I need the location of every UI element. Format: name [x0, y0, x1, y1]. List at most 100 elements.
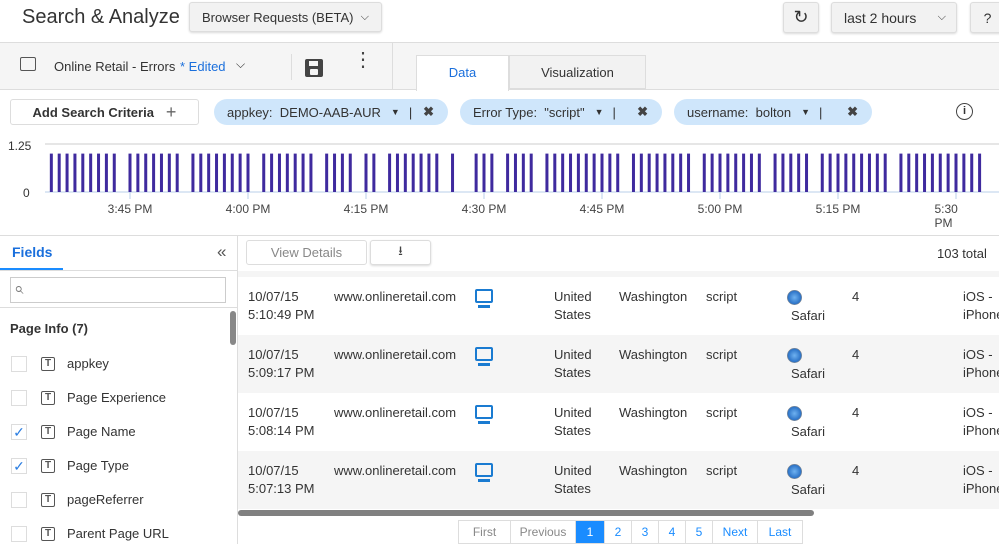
chart-bar[interactable] [639, 153, 643, 192]
chart-bar[interactable] [671, 153, 675, 192]
chart-bar[interactable] [576, 153, 580, 192]
table-row[interactable]: 10/07/15 5:09:17 PM www.onlineretail.com … [238, 335, 999, 393]
chart-bar[interactable] [262, 153, 266, 192]
field-label[interactable]: Parent Page URL [67, 526, 169, 541]
field-label[interactable]: appkey [67, 356, 109, 371]
chart-bar[interactable] [954, 153, 958, 192]
time-range-select[interactable]: last 2 hours ⌵ [831, 2, 957, 33]
chart-bar[interactable] [797, 153, 801, 192]
remove-filter-icon[interactable]: ✖ [423, 104, 434, 120]
caret-down-icon[interactable]: ▼ [595, 107, 604, 117]
pagination-page-5[interactable]: 5 [685, 520, 712, 544]
chart-bar[interactable] [207, 153, 211, 192]
chart-bar[interactable] [883, 153, 887, 192]
chart-bar[interactable] [631, 153, 635, 192]
fields-scrollbar[interactable] [230, 311, 236, 345]
chart-bar[interactable] [529, 153, 533, 192]
chart-bar[interactable] [427, 153, 431, 192]
chart-bar[interactable] [647, 153, 651, 192]
chart-bar[interactable] [419, 153, 423, 192]
chart-bar[interactable] [923, 153, 927, 192]
chart-bar[interactable] [805, 153, 809, 192]
chart-bar[interactable] [333, 153, 337, 192]
chart-bar[interactable] [663, 153, 667, 192]
chart-bar[interactable] [506, 153, 510, 192]
chart-bar[interactable] [962, 153, 966, 192]
chart-bar[interactable] [325, 153, 329, 192]
chart-bar[interactable] [144, 153, 148, 192]
chart-bar[interactable] [175, 153, 179, 192]
chart-bar[interactable] [309, 153, 313, 192]
tab-fields[interactable]: Fields [12, 244, 52, 260]
chart-bar[interactable] [569, 153, 573, 192]
chart-bar[interactable] [215, 153, 219, 192]
table-row[interactable]: 10/07/15 5:07:13 PM www.onlineretail.com … [238, 451, 999, 509]
pagination-last[interactable]: Last [757, 520, 802, 544]
info-icon[interactable]: i [956, 103, 973, 120]
chart-bar[interactable] [340, 153, 344, 192]
save-icon[interactable] [305, 59, 323, 77]
chart-bar[interactable] [65, 153, 69, 192]
chart-bar[interactable] [718, 153, 722, 192]
chart-bar[interactable] [938, 153, 942, 192]
chart-bar[interactable] [451, 153, 455, 192]
chart-bar[interactable] [946, 153, 950, 192]
chart-bar[interactable] [364, 153, 368, 192]
chart-bar[interactable] [545, 153, 549, 192]
pagination-page-3[interactable]: 3 [631, 520, 658, 544]
caret-down-icon[interactable]: ▼ [391, 107, 400, 117]
pagination-page-4[interactable]: 4 [658, 520, 685, 544]
chart-bar[interactable] [742, 153, 746, 192]
filter-pill-username[interactable]: username: bolton ▼ | ✖ [674, 99, 872, 125]
refresh-button[interactable]: ↻ [783, 2, 819, 33]
chart-bar[interactable] [104, 153, 108, 192]
pagination-previous[interactable]: Previous [510, 520, 575, 544]
chart-bar[interactable] [372, 153, 376, 192]
field-label[interactable]: Page Experience [67, 390, 166, 405]
collapse-panel-icon[interactable]: « [217, 242, 226, 262]
chart-bar[interactable] [978, 153, 982, 192]
chart-bar[interactable] [97, 153, 101, 192]
chart-bar[interactable] [592, 153, 596, 192]
chart-bar[interactable] [277, 153, 281, 192]
chart-bar[interactable] [89, 153, 93, 192]
more-options-icon[interactable]: ⋮ [353, 50, 373, 70]
chart-bar[interactable] [230, 153, 234, 192]
chart-bar[interactable] [561, 153, 565, 192]
chart-bar[interactable] [915, 153, 919, 192]
chart-bar[interactable] [395, 153, 399, 192]
chevron-down-icon[interactable]: ⌵ [236, 57, 245, 72]
chart-bar[interactable] [553, 153, 557, 192]
chart-bar[interactable] [128, 153, 132, 192]
chart-bar[interactable] [191, 153, 195, 192]
chart-bar[interactable] [411, 153, 415, 192]
field-search-input[interactable]: ⌕ [10, 277, 226, 303]
chart-bar[interactable] [726, 153, 730, 192]
chart-bar[interactable] [388, 153, 392, 192]
field-checkbox[interactable] [11, 526, 27, 542]
horizontal-scrollbar[interactable] [238, 510, 814, 516]
chart-bar[interactable] [435, 153, 439, 192]
chart-bar[interactable] [152, 153, 156, 192]
help-button[interactable]: ? [970, 2, 999, 33]
caret-down-icon[interactable]: ▼ [801, 107, 810, 117]
chart-bar[interactable] [238, 153, 242, 192]
chart-bar[interactable] [608, 153, 612, 192]
chart-bar[interactable] [482, 153, 486, 192]
chart-bar[interactable] [73, 153, 77, 192]
chart-bar[interactable] [828, 153, 832, 192]
chart-bar[interactable] [860, 153, 864, 192]
pagination-next[interactable]: Next [712, 520, 757, 544]
chart-bar[interactable] [852, 153, 856, 192]
chart-bar[interactable] [702, 153, 706, 192]
chart-bar[interactable] [521, 153, 525, 192]
chart-bar[interactable] [757, 153, 761, 192]
chart-bar[interactable] [293, 153, 297, 192]
view-details-button[interactable]: View Details [246, 240, 367, 265]
chart-bar[interactable] [490, 153, 494, 192]
chart-bar[interactable] [867, 153, 871, 192]
chart-bar[interactable] [301, 153, 305, 192]
field-checkbox[interactable] [11, 356, 27, 372]
chart-bar[interactable] [899, 153, 903, 192]
chart-bar[interactable] [970, 153, 974, 192]
